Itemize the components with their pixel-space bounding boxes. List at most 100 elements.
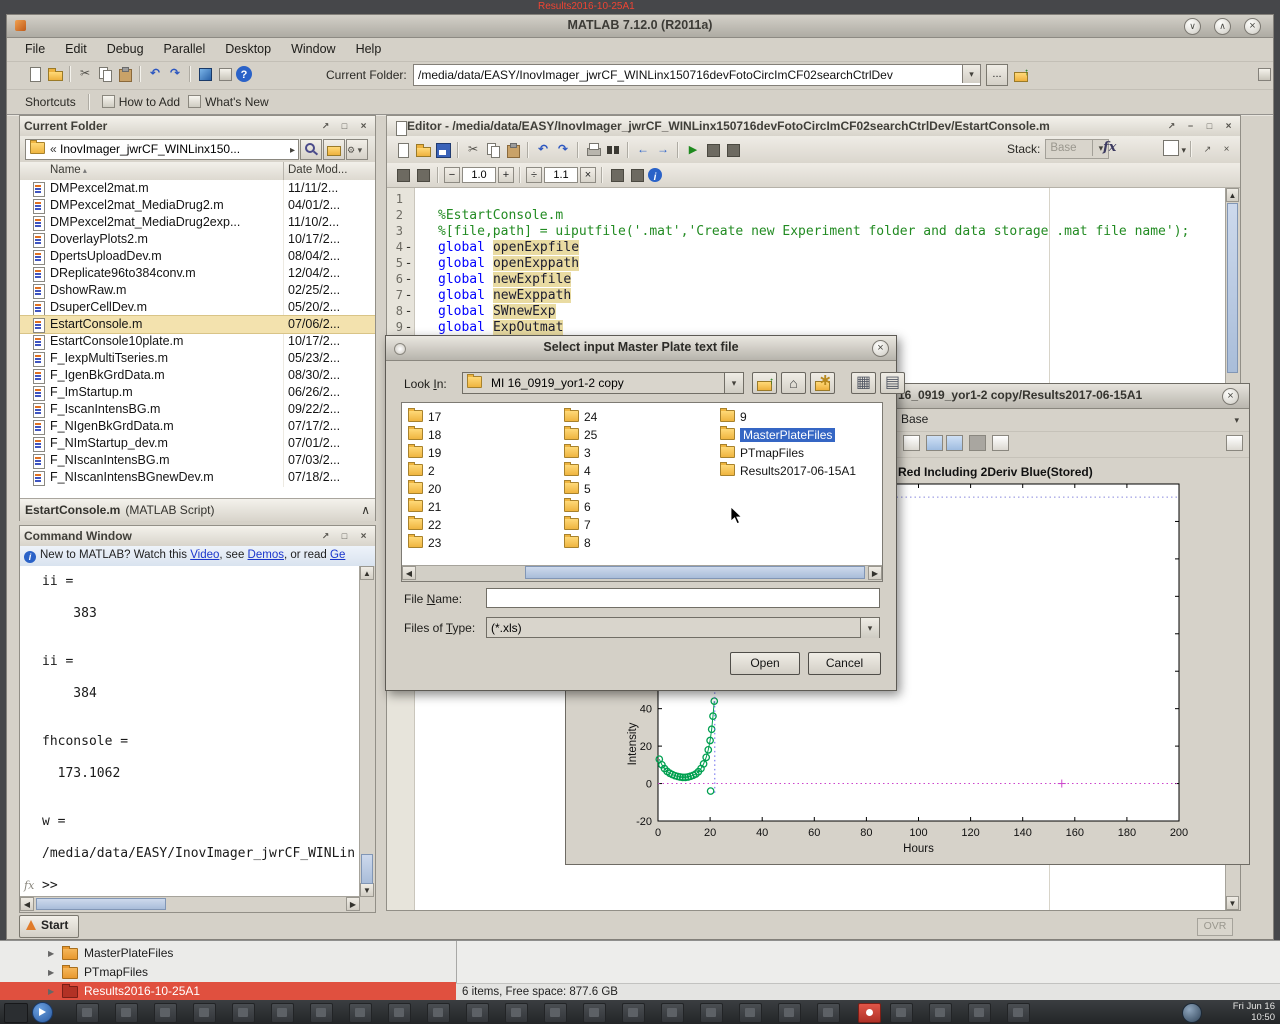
undock-icon[interactable] xyxy=(318,119,333,134)
folder-item[interactable]: 25 xyxy=(564,426,716,444)
taskbar-app-icon[interactable] xyxy=(739,1003,762,1023)
folder-item[interactable]: 19 xyxy=(408,444,560,462)
taskbar-app-icon[interactable] xyxy=(310,1003,333,1023)
publish-icon[interactable] xyxy=(724,141,742,159)
paste-icon[interactable] xyxy=(504,141,522,159)
file-row[interactable]: DpertsUploadDev.m08/04/2... xyxy=(20,248,375,265)
taskbar-app-icon[interactable] xyxy=(232,1003,255,1023)
undock-icon[interactable] xyxy=(1200,142,1215,157)
taskbar-app-icon[interactable] xyxy=(929,1003,952,1023)
expander-icon[interactable] xyxy=(48,982,54,1001)
file-row-selected[interactable]: EstartConsole.m07/06/2... xyxy=(20,316,375,333)
taskbar-app-icon[interactable] xyxy=(154,1003,177,1023)
details-view-icon[interactable] xyxy=(880,372,905,394)
menu-parallel[interactable]: Parallel xyxy=(164,42,206,56)
taskbar-launcher-icon[interactable] xyxy=(32,1002,53,1023)
file-row[interactable]: DMPexcel2mat_MediaDrug2.m04/01/2... xyxy=(20,197,375,214)
menu-desktop[interactable]: Desktop xyxy=(225,42,271,56)
profiler-icon[interactable] xyxy=(628,166,646,184)
taskbar-app-icon[interactable] xyxy=(778,1003,801,1023)
undock-icon[interactable] xyxy=(1164,119,1179,134)
taskbar-app-icon[interactable] xyxy=(388,1003,411,1023)
new-script-icon[interactable] xyxy=(394,141,412,159)
stack-combo[interactable]: Base xyxy=(1045,139,1109,159)
folder-item[interactable]: 18 xyxy=(408,426,560,444)
network-globe-icon[interactable] xyxy=(1182,1003,1202,1023)
folder-item[interactable]: 21 xyxy=(408,498,560,516)
folder-item[interactable]: PTmapFiles xyxy=(720,444,882,462)
menu-file[interactable]: File xyxy=(25,42,45,56)
command-prompt[interactable]: >> xyxy=(42,878,58,893)
file-row[interactable]: F_NImStartup_dev.m07/01/2... xyxy=(20,435,375,452)
menu-debug[interactable]: Debug xyxy=(107,42,144,56)
folder-item[interactable]: 17 xyxy=(408,408,560,426)
doc-view-icon[interactable] xyxy=(1163,140,1179,156)
close-icon[interactable] xyxy=(1219,142,1234,157)
tree-item-selected[interactable]: Results2016-10-25A1 xyxy=(0,982,456,1001)
file-row[interactable]: DshowRaw.m02/25/2... xyxy=(20,282,375,299)
expander-icon[interactable] xyxy=(48,963,54,982)
command-output-area[interactable]: ii = 383 ii = 384 fhconsole = 173.1062 w… xyxy=(20,566,360,897)
taskbar-app-icon[interactable] xyxy=(890,1003,913,1023)
look-in-combo[interactable]: MI 16_0919_yor1-2 copy xyxy=(462,372,744,394)
expander-icon[interactable] xyxy=(48,944,54,963)
folder-list[interactable]: 17 18 19 2 20 21 22 23 24 25 3 4 5 6 7 8… xyxy=(401,402,883,582)
undo-icon[interactable] xyxy=(534,141,552,159)
horizontal-scrollbar[interactable]: ◀ ▶ xyxy=(402,565,882,581)
copy-icon[interactable] xyxy=(484,141,502,159)
folder-item[interactable]: 3 xyxy=(564,444,716,462)
folder-up-icon[interactable] xyxy=(1012,65,1030,83)
current-folder-combo[interactable] xyxy=(413,64,981,86)
taskbar-app-icon[interactable] xyxy=(817,1003,840,1023)
file-name-input[interactable] xyxy=(486,588,880,608)
maximize-panel-icon[interactable] xyxy=(1202,119,1217,134)
maximize-button[interactable] xyxy=(1214,18,1231,35)
file-row[interactable]: DReplicate96to384conv.m12/04/2... xyxy=(20,265,375,282)
maximize-panel-icon[interactable] xyxy=(337,119,352,134)
tree-item[interactable]: MasterPlateFiles xyxy=(0,944,456,963)
new-folder-icon[interactable] xyxy=(810,372,835,394)
shortcut-how-to-add[interactable]: How to Add xyxy=(102,95,180,109)
maximize-panel-icon[interactable] xyxy=(337,529,352,544)
folder-item[interactable]: Results2017-06-15A1 xyxy=(720,462,882,480)
home-icon[interactable] xyxy=(781,372,806,394)
multiply-button[interactable]: × xyxy=(580,167,596,183)
taskbar-app-icon[interactable] xyxy=(505,1003,528,1023)
back-icon[interactable] xyxy=(634,141,652,159)
dialog-close-button[interactable] xyxy=(872,340,889,357)
folder-item-selected[interactable]: MasterPlateFiles xyxy=(720,426,882,444)
close-button[interactable] xyxy=(1244,18,1261,35)
search-icon[interactable] xyxy=(300,139,322,160)
folder-item[interactable]: 23 xyxy=(408,534,560,552)
file-row[interactable]: F_IgenBkGrdData.m08/30/2... xyxy=(20,367,375,384)
file-row[interactable]: DsuperCellDev.m05/20/2... xyxy=(20,299,375,316)
tree-item[interactable]: PTmapFiles xyxy=(0,963,456,982)
taskbar-app-icon[interactable] xyxy=(661,1003,684,1023)
insert-cell-icon[interactable] xyxy=(394,166,412,184)
folder-item[interactable]: 8 xyxy=(564,534,716,552)
menu-window[interactable]: Window xyxy=(291,42,335,56)
close-panel-icon[interactable] xyxy=(356,119,371,134)
taskbar-app-icon[interactable] xyxy=(115,1003,138,1023)
folder-item[interactable]: 6 xyxy=(564,498,716,516)
decrease-button[interactable]: − xyxy=(444,167,460,183)
breadcrumb-expand-icon[interactable] xyxy=(290,140,295,160)
gear-icon[interactable] xyxy=(346,139,368,160)
shortcut-whats-new[interactable]: What's New xyxy=(188,95,269,109)
collapse-icon[interactable] xyxy=(361,503,370,517)
taskbar-app-icon[interactable] xyxy=(427,1003,450,1023)
folder-item[interactable]: 22 xyxy=(408,516,560,534)
taskbar-app-icon[interactable] xyxy=(968,1003,991,1023)
titlebar[interactable]: MATLAB 7.12.0 (R2011a) xyxy=(7,15,1273,38)
files-of-type-combo[interactable]: (*.xls) xyxy=(486,617,880,638)
run-section-icon[interactable] xyxy=(704,141,722,159)
browse-folder-button[interactable]: ... xyxy=(986,64,1008,86)
guide-icon[interactable] xyxy=(216,65,234,83)
file-row[interactable]: F_ImStartup.m06/26/2... xyxy=(20,384,375,401)
help-icon[interactable] xyxy=(236,66,252,82)
video-link[interactable]: Video xyxy=(190,549,219,561)
close-panel-icon[interactable] xyxy=(1221,119,1236,134)
taskbar-clock[interactable]: Fri Jun 16 10:50 xyxy=(1233,1001,1275,1023)
taskbar-app-icon[interactable] xyxy=(583,1003,606,1023)
getting-started-link[interactable]: Ge xyxy=(330,549,345,561)
